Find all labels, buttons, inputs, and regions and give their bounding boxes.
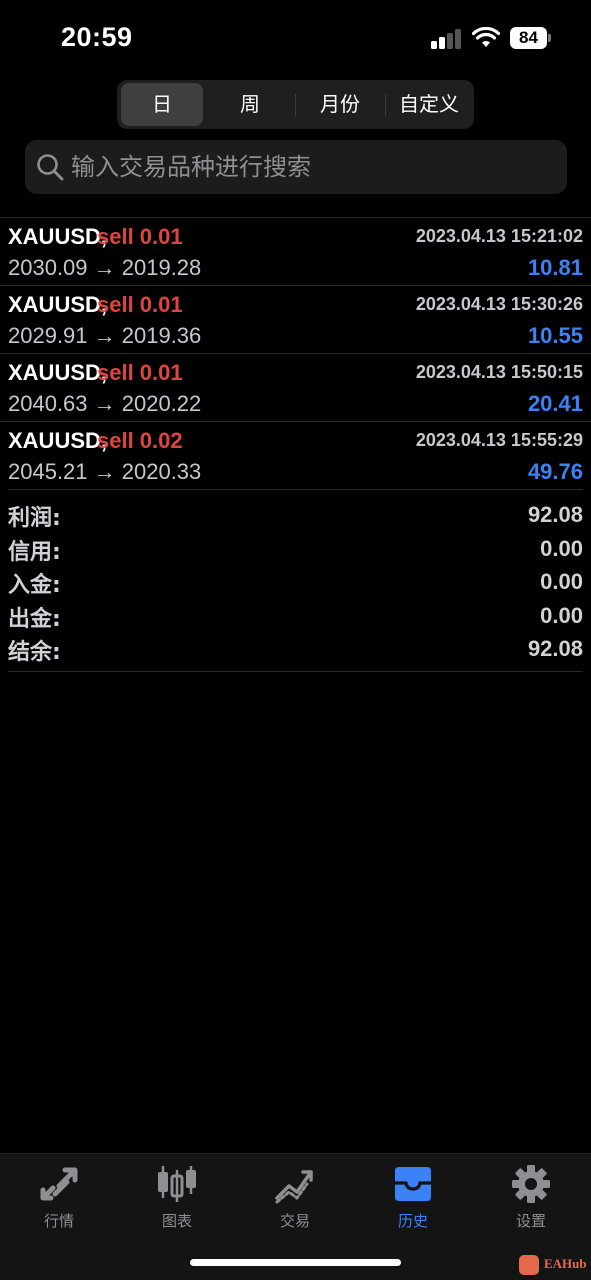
segment-divider bbox=[385, 94, 386, 116]
tab-label: 行情 bbox=[43, 1212, 74, 1230]
segment-divider bbox=[295, 94, 296, 116]
trade-symbol: XAUUSD, bbox=[8, 360, 108, 385]
tab-label: 历史 bbox=[397, 1212, 428, 1230]
summary-row-deposit: 入金: 0.00 bbox=[8, 567, 583, 601]
tab-day[interactable]: 日 bbox=[121, 83, 203, 126]
trade-history-list: XAUUSD, sell 0.01 2023.04.13 15:21:02 20… bbox=[0, 217, 591, 489]
cellular-signal-icon bbox=[431, 29, 463, 49]
wifi-icon bbox=[472, 27, 500, 47]
trade-side: sell 0.02 bbox=[97, 428, 183, 453]
trade-time: 2023.04.13 15:30:26 bbox=[415, 294, 583, 314]
tab-month[interactable]: 月份 bbox=[297, 83, 383, 126]
summary-row-credit: 信用: 0.00 bbox=[8, 534, 583, 568]
watermark: EAHub bbox=[519, 1254, 587, 1276]
status-time: 20:59 bbox=[61, 22, 133, 52]
trade-prices: 2030.09 → 2019.28 bbox=[8, 255, 202, 280]
summary-label: 入金: bbox=[8, 573, 61, 598]
summary-row-balance: 结余: 92.08 bbox=[8, 634, 583, 668]
tab-week[interactable]: 周 bbox=[207, 83, 293, 126]
gear-icon bbox=[512, 1165, 550, 1203]
tab-history[interactable]: 历史 bbox=[354, 1164, 472, 1238]
status-bar: 20:59 84 bbox=[0, 0, 591, 76]
summary-value: 92.08 bbox=[527, 502, 583, 527]
candlestick-chart-icon bbox=[158, 1166, 196, 1202]
trade-prices: 2029.91 → 2019.36 bbox=[8, 323, 202, 348]
watermark-text: EAHub bbox=[544, 1256, 587, 1271]
trade-profit: 10.81 bbox=[527, 255, 583, 280]
trade-symbol: XAUUSD, bbox=[8, 428, 108, 453]
trade-profit: 49.76 bbox=[527, 459, 583, 484]
summary-value: 92.08 bbox=[527, 636, 583, 661]
tab-charts[interactable]: 图表 bbox=[118, 1164, 236, 1238]
trade-profit: 10.55 bbox=[527, 323, 583, 348]
trade-row[interactable]: XAUUSD, sell 0.01 2023.04.13 15:21:02 20… bbox=[0, 217, 591, 285]
trade-row[interactable]: XAUUSD, sell 0.01 2023.04.13 15:50:15 20… bbox=[0, 353, 591, 421]
trade-time: 2023.04.13 15:21:02 bbox=[415, 226, 583, 246]
summary-value: 0.00 bbox=[540, 602, 583, 628]
trade-profit: 20.41 bbox=[527, 391, 583, 416]
tab-label: 交易 bbox=[279, 1212, 310, 1230]
trade-time: 2023.04.13 15:50:15 bbox=[415, 362, 583, 382]
trade-time: 2023.04.13 15:55:29 bbox=[415, 430, 583, 450]
trade-row[interactable]: XAUUSD, sell 0.02 2023.04.13 15:55:29 20… bbox=[0, 421, 591, 489]
trade-prices: 2040.63 → 2020.22 bbox=[8, 391, 202, 416]
tab-label: 图表 bbox=[161, 1212, 192, 1230]
summary-label: 利润: bbox=[8, 506, 61, 531]
search-icon bbox=[37, 154, 64, 181]
tab-settings[interactable]: 设置 bbox=[472, 1164, 590, 1238]
summary-label: 结余: bbox=[8, 640, 61, 665]
tab-trade[interactable]: 交易 bbox=[236, 1164, 354, 1238]
summary-value: 0.00 bbox=[540, 535, 583, 561]
summary-row-profit: 利润: 92.08 bbox=[8, 500, 583, 534]
history-inbox-icon bbox=[395, 1167, 431, 1201]
search-input[interactable] bbox=[71, 140, 551, 194]
search-bar[interactable] bbox=[25, 140, 567, 194]
summary-label: 出金: bbox=[8, 606, 61, 632]
trade-prices: 2045.21 → 2020.33 bbox=[8, 459, 202, 484]
tab-label: 设置 bbox=[515, 1212, 546, 1230]
tab-custom[interactable]: 自定义 bbox=[387, 83, 471, 126]
trade-symbol: XAUUSD, bbox=[8, 292, 108, 317]
battery-level: 84 bbox=[510, 27, 547, 49]
tab-quotes[interactable]: 行情 bbox=[0, 1164, 118, 1238]
trade-side: sell 0.01 bbox=[97, 224, 183, 249]
battery-icon: 84 bbox=[510, 27, 552, 49]
trade-symbol: XAUUSD, bbox=[8, 224, 108, 249]
trade-side: sell 0.01 bbox=[97, 360, 183, 385]
trade-side: sell 0.01 bbox=[97, 292, 183, 317]
summary-row-withdrawal: 出金: 0.00 bbox=[8, 601, 583, 635]
home-indicator bbox=[190, 1259, 401, 1266]
trade-row[interactable]: XAUUSD, sell 0.01 2023.04.13 15:30:26 20… bbox=[0, 285, 591, 353]
period-segmented-control: 日 周 月份 自定义 bbox=[117, 80, 474, 129]
summary-label: 信用: bbox=[8, 539, 61, 565]
trade-trend-icon bbox=[275, 1170, 313, 1204]
summary-value: 0.00 bbox=[540, 569, 583, 594]
quotes-arrows-icon bbox=[40, 1167, 78, 1201]
eahub-logo-icon bbox=[519, 1255, 539, 1275]
account-summary: 利润: 92.08 信用: 0.00 入金: 0.00 出金: 0.00 结余:… bbox=[8, 489, 583, 672]
